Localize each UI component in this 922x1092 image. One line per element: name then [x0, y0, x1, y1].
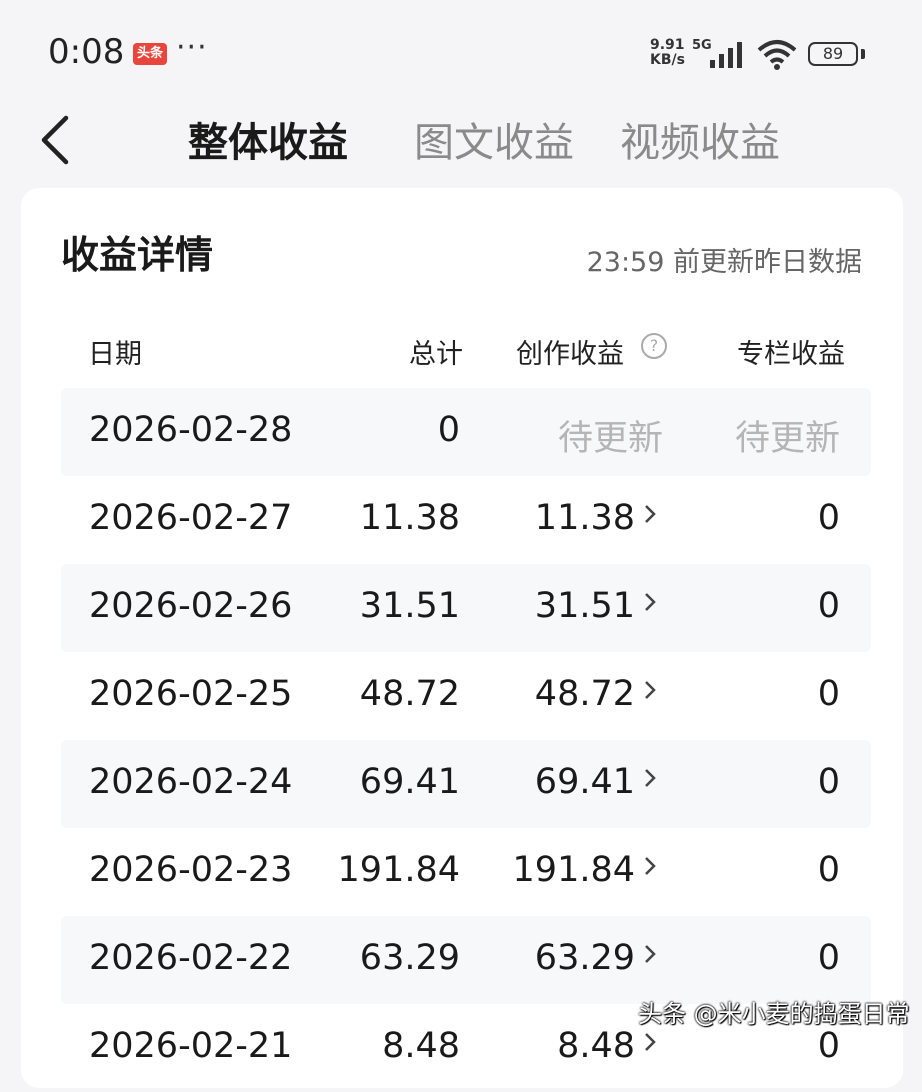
tab-video-earnings[interactable]: 视频收益 — [620, 110, 780, 168]
row-column-earnings: 0 — [817, 498, 840, 538]
row-column-earnings: 0 — [817, 586, 840, 626]
row-total: 11.38 — [359, 498, 460, 538]
table-row[interactable]: 2026-02-23 191.84 191.84 0 — [61, 828, 871, 916]
row-creation-earnings[interactable]: 31.51 — [535, 586, 635, 626]
table-row[interactable]: 2026-02-25 48.72 48.72 0 — [61, 652, 871, 740]
row-column-earnings: 待更新 — [734, 419, 840, 459]
chevron-right-icon[interactable] — [643, 500, 657, 528]
table-header: 日期 总计 创作收益 ? 专栏收益 — [61, 326, 871, 376]
row-total: 48.72 — [359, 674, 460, 714]
tab-article-earnings[interactable]: 图文收益 — [414, 110, 574, 168]
table-row[interactable]: 2026-02-24 69.41 69.41 0 — [61, 740, 871, 828]
update-note: 23:59 前更新昨日数据 — [586, 247, 862, 278]
row-date: 2026-02-25 — [89, 674, 293, 714]
row-column-earnings: 0 — [817, 674, 840, 714]
row-date: 2026-02-21 — [89, 1026, 293, 1066]
row-date: 2026-02-27 — [89, 498, 293, 538]
chevron-right-icon[interactable] — [643, 940, 657, 968]
battery-icon: 89 — [808, 42, 858, 66]
help-question-icon[interactable]: ? — [641, 333, 667, 359]
row-creation-earnings[interactable]: 63.29 — [535, 938, 635, 978]
earnings-detail-card: 收益详情 23:59 前更新昨日数据 日期 总计 创作收益 ? 专栏收益 202… — [21, 188, 903, 1088]
back-arrow-icon[interactable] — [36, 112, 76, 168]
row-total: 0 — [437, 410, 460, 450]
row-column-earnings: 0 — [817, 938, 840, 978]
network-speed: 9.91 KB/s — [650, 37, 685, 68]
row-date: 2026-02-22 — [89, 938, 293, 978]
chevron-right-icon[interactable] — [643, 764, 657, 792]
table-row[interactable]: 2026-02-22 63.29 63.29 0 — [61, 916, 871, 1004]
row-total: 191.84 — [337, 850, 460, 890]
row-creation-earnings[interactable]: 69.41 — [535, 762, 635, 802]
row-date: 2026-02-26 — [89, 586, 293, 626]
card-title: 收益详情 — [61, 233, 214, 277]
row-total: 8.48 — [382, 1026, 460, 1066]
wifi-icon — [757, 40, 797, 70]
cellular-signal-icon — [710, 42, 742, 68]
tab-overall-earnings[interactable]: 整体收益 — [188, 110, 348, 168]
row-column-earnings: 0 — [817, 1026, 840, 1066]
row-creation-earnings[interactable]: 191.84 — [513, 850, 635, 890]
row-date: 2026-02-28 — [89, 410, 293, 450]
row-column-earnings: 0 — [817, 850, 840, 890]
header-total: 总计 — [409, 339, 463, 370]
earnings-table: 2026-02-28 0 待更新 待更新 2026-02-27 11.38 11… — [61, 388, 871, 1092]
row-creation-earnings: 待更新 — [557, 419, 663, 459]
header-date: 日期 — [88, 339, 142, 370]
row-total: 69.41 — [359, 762, 460, 802]
row-total: 31.51 — [359, 586, 460, 626]
chevron-right-icon[interactable] — [643, 676, 657, 704]
row-creation-earnings[interactable]: 11.38 — [535, 498, 635, 538]
header-column-earnings: 专栏收益 — [737, 339, 845, 370]
chevron-right-icon[interactable] — [643, 852, 657, 880]
status-bar: 0:08 头条 ··· 9.91 KB/s 5G 89 — [0, 0, 922, 100]
row-creation-earnings[interactable]: 8.48 — [557, 1026, 635, 1066]
table-row[interactable]: 2026-02-27 11.38 11.38 0 — [61, 476, 871, 564]
status-time: 0:08 — [48, 32, 125, 72]
row-total: 63.29 — [359, 938, 460, 978]
row-column-earnings: 0 — [817, 762, 840, 802]
row-date: 2026-02-24 — [89, 762, 293, 802]
table-row[interactable]: 2026-02-26 31.51 31.51 0 — [61, 564, 871, 652]
row-creation-earnings[interactable]: 48.72 — [535, 674, 635, 714]
watermark: 头条 @米小麦的捣蛋日常 — [638, 1000, 910, 1028]
row-date: 2026-02-23 — [89, 850, 293, 890]
battery-tip — [861, 49, 865, 59]
table-row: 2026-02-28 0 待更新 待更新 — [61, 388, 871, 476]
chevron-right-icon[interactable] — [643, 1028, 657, 1056]
chevron-right-icon[interactable] — [643, 588, 657, 616]
more-notifications-icon: ··· — [176, 30, 208, 65]
app-notification-badge: 头条 — [133, 43, 167, 65]
header-creation-earnings: 创作收益 — [516, 339, 624, 370]
